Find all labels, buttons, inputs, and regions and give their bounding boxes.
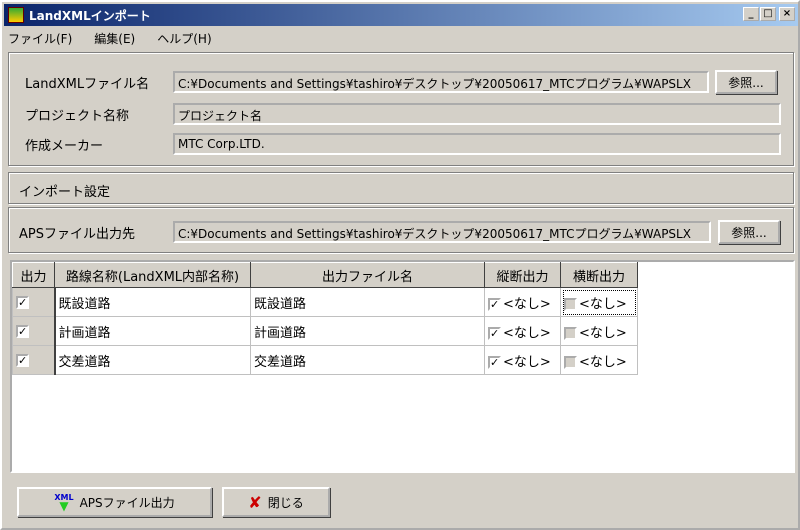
close-button[interactable]: ✘ 閉じる (222, 487, 330, 517)
longitudinal-cell[interactable]: ✓ <なし> (484, 345, 561, 375)
maker-field[interactable]: MTC Corp.LTD. (173, 133, 781, 155)
output-checkbox[interactable]: ✓ (16, 353, 29, 367)
main-window: LandXMLインポート _ □ × ファイル(F) 編集(E) ヘルプ(H) … (0, 0, 800, 530)
col-output[interactable]: 出力 (12, 262, 55, 288)
route-name-cell[interactable]: 計画道路 (54, 316, 251, 346)
project-name-field[interactable]: プロジェクト名 (173, 103, 781, 125)
project-name-label: プロジェクト名称 (25, 109, 130, 124)
aps-output-field[interactable]: C:¥Documents and Settings¥tashiro¥デスクトップ… (173, 221, 711, 243)
close-label: 閉じる (267, 495, 304, 510)
cross-value: <なし> (579, 325, 627, 341)
menu-help[interactable]: ヘルプ(H) (157, 30, 211, 47)
output-file-cell[interactable]: 既設道路 (250, 287, 485, 317)
file-info-panel: LandXMLファイル名 C:¥Documents and Settings¥t… (8, 52, 794, 166)
longitudinal-cell[interactable]: ✓ <なし> (484, 316, 561, 346)
col-route-name[interactable]: 路線名称(LandXML内部名称) (54, 262, 251, 288)
aps-export-label: APSファイル出力 (79, 495, 175, 510)
import-settings-header: インポート設定 (8, 172, 794, 204)
route-name-cell[interactable]: 既設道路 (54, 287, 251, 317)
maker-label: 作成メーカー (25, 139, 104, 154)
output-cell[interactable]: ✓ (12, 345, 56, 375)
xml-download-icon: XML ▼ (54, 493, 74, 513)
close-window-button[interactable]: × (779, 7, 795, 21)
menu-bar: ファイル(F) 編集(E) ヘルプ(H) (8, 28, 212, 48)
table-row: ✓ 既設道路 既設道路 ✓ <なし> <なし> (12, 287, 638, 317)
menu-edit[interactable]: 編集(E) (94, 30, 135, 47)
cross-cell[interactable]: <なし> (560, 316, 638, 346)
cross-value: <なし> (579, 296, 627, 312)
longitudinal-checkbox[interactable]: ✓ (488, 297, 501, 311)
cross-cell[interactable]: <なし> (560, 287, 638, 317)
maximize-button[interactable]: □ (760, 7, 776, 21)
output-file-cell[interactable]: 計画道路 (250, 316, 485, 346)
col-longitudinal[interactable]: 縦断出力 (484, 262, 561, 288)
longitudinal-value: <なし> (503, 296, 551, 312)
grid-header-row: 出力 路線名称(LandXML内部名称) 出力ファイル名 縦断出力 横断出力 (12, 262, 638, 288)
table-row: ✓ 交差道路 交差道路 ✓ <なし> <なし> (12, 345, 638, 375)
cross-checkbox[interactable] (564, 326, 577, 340)
route-name-cell[interactable]: 交差道路 (54, 345, 251, 375)
import-settings-title: インポート設定 (19, 185, 111, 200)
window-title: LandXMLインポート (29, 8, 151, 23)
col-cross[interactable]: 横断出力 (560, 262, 638, 288)
longitudinal-value: <なし> (503, 325, 551, 341)
aps-output-panel: APSファイル出力先 C:¥Documents and Settings¥tas… (8, 207, 794, 253)
x-icon: ✘ (248, 492, 262, 512)
landxml-file-field[interactable]: C:¥Documents and Settings¥tashiro¥デスクトップ… (173, 71, 709, 93)
cross-cell[interactable]: <なし> (560, 345, 638, 375)
title-bar[interactable]: LandXMLインポート _ □ × (4, 4, 798, 26)
longitudinal-checkbox[interactable]: ✓ (488, 355, 501, 369)
aps-output-label: APSファイル出力先 (19, 227, 135, 242)
browse-landxml-button[interactable]: 参照... (715, 70, 777, 94)
col-output-file[interactable]: 出力ファイル名 (250, 262, 485, 288)
cross-checkbox[interactable] (564, 297, 577, 311)
output-file-cell[interactable]: 交差道路 (250, 345, 485, 375)
minimize-button[interactable]: _ (743, 7, 759, 21)
longitudinal-value: <なし> (503, 354, 551, 370)
longitudinal-checkbox[interactable]: ✓ (488, 326, 501, 340)
landxml-file-label: LandXMLファイル名 (25, 77, 150, 92)
output-checkbox[interactable]: ✓ (16, 324, 29, 338)
output-cell[interactable]: ✓ (12, 287, 56, 317)
cross-value: <なし> (579, 354, 627, 370)
menu-file[interactable]: ファイル(F) (8, 30, 72, 47)
output-checkbox[interactable]: ✓ (16, 295, 29, 309)
aps-export-button[interactable]: XML ▼ APSファイル出力 (17, 487, 212, 517)
longitudinal-cell[interactable]: ✓ <なし> (484, 287, 561, 317)
app-icon (8, 7, 24, 23)
route-grid: 出力 路線名称(LandXML内部名称) 出力ファイル名 縦断出力 横断出力 ✓… (10, 260, 795, 473)
output-cell[interactable]: ✓ (12, 316, 56, 346)
table-row: ✓ 計画道路 計画道路 ✓ <なし> <なし> (12, 316, 638, 346)
browse-aps-button[interactable]: 参照... (718, 220, 780, 244)
cross-checkbox[interactable] (564, 355, 577, 369)
